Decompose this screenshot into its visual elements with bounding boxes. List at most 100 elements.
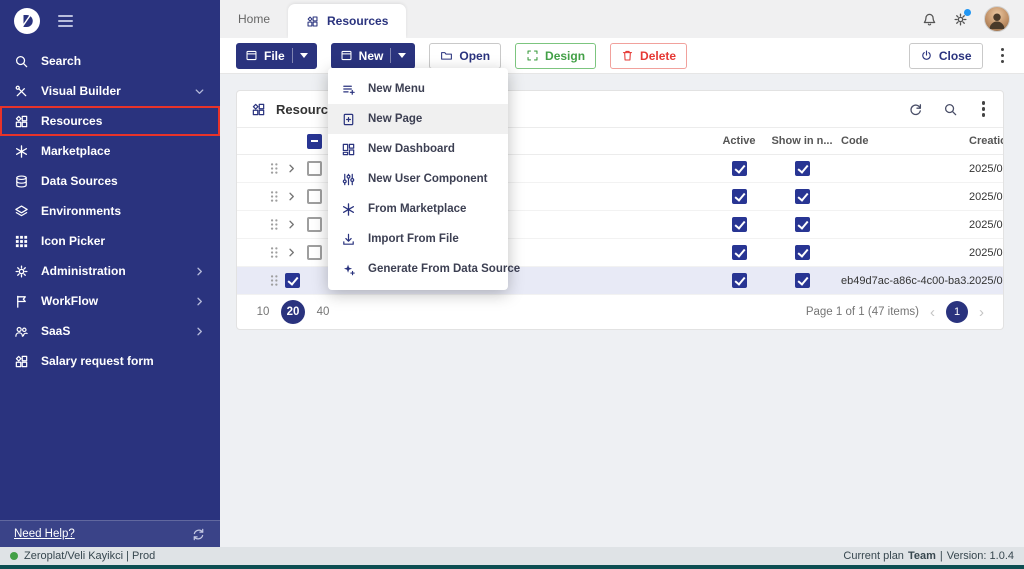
menu-item-generate-from-data-source[interactable]: Generate From Data Source: [328, 254, 520, 284]
file-button-label: File: [264, 48, 285, 63]
sidebar-item-workflow[interactable]: WorkFlow: [0, 286, 220, 316]
row-checkbox[interactable]: [307, 189, 322, 204]
menu-item-new-menu[interactable]: New Menu: [328, 74, 508, 104]
menu-item-new-user-component[interactable]: New User Component: [328, 164, 508, 194]
menu-item-new-page[interactable]: New Page: [328, 104, 508, 134]
sidebar-item-administration[interactable]: Administration: [0, 256, 220, 286]
need-help-link[interactable]: Need Help?: [14, 528, 75, 540]
app-logo[interactable]: [14, 8, 40, 34]
show-in-nav-checkbox[interactable]: [794, 273, 810, 288]
user-avatar[interactable]: [984, 6, 1010, 32]
show-in-nav-checkbox[interactable]: [794, 245, 810, 260]
active-checkbox[interactable]: [731, 245, 747, 260]
drag-handle-icon[interactable]: [267, 189, 282, 204]
sidebar-item-label: Administration: [41, 264, 126, 278]
pagination-bar: 10 20 40 Page 1 of 1 (47 items) ‹ 1 ›: [237, 295, 1003, 329]
creation-cell: 2025/0: [969, 190, 1003, 203]
sidebar-item-label: SaaS: [41, 324, 71, 338]
hamburger-menu-icon[interactable]: [58, 15, 73, 27]
sidebar-item-salary-request-form[interactable]: Salary request form: [0, 346, 220, 376]
status-right: Current plan Team | Version: 1.0.4: [843, 550, 1014, 562]
playlist-add-icon: [341, 82, 356, 97]
expand-row-icon[interactable]: [285, 246, 298, 259]
show-in-nav-checkbox[interactable]: [794, 217, 810, 232]
sidebar-item-data-sources[interactable]: Data Sources: [0, 166, 220, 196]
topbar-icons: [908, 0, 1024, 38]
select-all-checkbox[interactable]: [307, 133, 322, 149]
close-button[interactable]: Close: [908, 42, 983, 69]
expand-row-icon[interactable]: [285, 162, 298, 175]
sidebar-item-resources[interactable]: Resources: [0, 106, 220, 136]
page-size-option[interactable]: 20: [281, 300, 305, 324]
expand-row-icon[interactable]: [285, 190, 298, 203]
menu-item-from-marketplace[interactable]: From Marketplace: [328, 194, 508, 224]
sidebar-item-label: Icon Picker: [41, 234, 106, 248]
show-in-nav-checkbox[interactable]: [794, 161, 810, 176]
row-checkbox[interactable]: [307, 245, 322, 260]
next-page-button[interactable]: ›: [974, 304, 989, 321]
page-number-button[interactable]: 1: [946, 301, 968, 323]
delete-button[interactable]: Delete: [610, 42, 688, 69]
snowflake-icon: [14, 144, 29, 159]
column-header-show-in-nav[interactable]: Show in n...: [771, 135, 832, 147]
row-checkbox[interactable]: [307, 217, 322, 232]
row-checkbox[interactable]: [307, 161, 322, 176]
search-icon: [14, 54, 29, 69]
drag-handle-icon[interactable]: [267, 161, 282, 176]
drag-handle-icon[interactable]: [267, 217, 282, 232]
search-icon[interactable]: [943, 102, 958, 117]
database-icon: [14, 174, 29, 189]
logo-icon: [17, 11, 37, 31]
show-in-nav-checkbox[interactable]: [794, 189, 810, 204]
settings-button[interactable]: [953, 8, 971, 27]
file-button[interactable]: File: [236, 42, 317, 69]
active-checkbox[interactable]: [731, 161, 747, 176]
row-checkbox[interactable]: [285, 273, 300, 288]
sync-icon[interactable]: [191, 527, 206, 542]
chevron-right-icon: [193, 295, 206, 308]
sidebar-item-environments[interactable]: Environments: [0, 196, 220, 226]
sidebar-item-search[interactable]: Search: [0, 46, 220, 76]
active-checkbox[interactable]: [731, 217, 747, 232]
design-icon: [526, 49, 539, 62]
notifications-button[interactable]: [922, 12, 937, 27]
column-header-active[interactable]: Active: [722, 135, 755, 147]
refresh-icon[interactable]: [908, 102, 923, 117]
widgets-icon: [14, 114, 29, 129]
previous-page-button[interactable]: ‹: [925, 304, 940, 321]
online-status-dot: [10, 552, 18, 560]
drag-handle-icon[interactable]: [267, 273, 282, 288]
sidebar-item-label: Resources: [41, 114, 103, 128]
column-header-creation[interactable]: Creatio: [969, 135, 1003, 147]
sidebar-item-saas[interactable]: SaaS: [0, 316, 220, 346]
page-size-option[interactable]: 40: [311, 300, 335, 324]
active-checkbox[interactable]: [731, 273, 747, 288]
menu-item-label: New Menu: [368, 83, 425, 95]
expand-row-icon[interactable]: [285, 218, 298, 231]
download-icon: [341, 232, 356, 247]
drag-handle-icon[interactable]: [267, 245, 282, 260]
design-button[interactable]: Design: [515, 42, 597, 69]
sidebar-item-label: Environments: [41, 204, 122, 218]
folder-icon: [440, 49, 453, 62]
sidebar-item-visual-builder[interactable]: Visual Builder: [0, 76, 220, 106]
person-icon: [986, 9, 1008, 31]
layers-icon: [14, 204, 29, 219]
sidebar-item-icon-picker[interactable]: Icon Picker: [0, 226, 220, 256]
divider: [291, 48, 293, 63]
panel-menu-button[interactable]: [978, 97, 990, 121]
column-header-code[interactable]: Code: [833, 135, 969, 147]
new-button[interactable]: New: [330, 42, 416, 69]
tab-label: Resources: [327, 14, 389, 28]
menu-item-label: Generate From Data Source: [368, 263, 521, 275]
page-size-label: 10: [256, 306, 270, 318]
more-options-button[interactable]: [997, 44, 1009, 68]
menu-item-new-dashboard[interactable]: New Dashboard: [328, 134, 508, 164]
tab-home[interactable]: Home: [220, 0, 288, 38]
page-size-option[interactable]: 10: [251, 300, 275, 324]
tab-resources[interactable]: Resources: [288, 4, 407, 38]
open-button[interactable]: Open: [429, 42, 502, 69]
sidebar-item-marketplace[interactable]: Marketplace: [0, 136, 220, 166]
menu-item-import-from-file[interactable]: Import From File: [328, 224, 508, 254]
active-checkbox[interactable]: [731, 189, 747, 204]
